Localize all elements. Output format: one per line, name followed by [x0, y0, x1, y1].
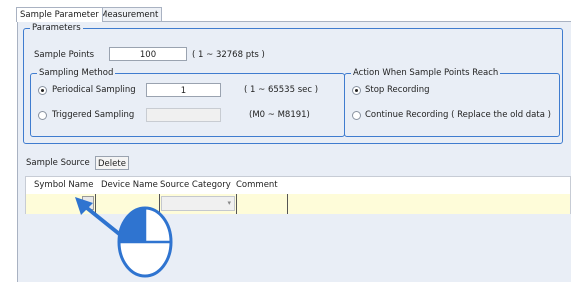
parameters-panel: Parameters Sample Points 100 ( 1 ~ 32768… [17, 21, 571, 151]
chevron-down-icon: ▾ [227, 199, 231, 207]
column-header-device-name[interactable]: Device Name [101, 177, 158, 194]
action-group: Action When Sample Points Reach Stop Rec… [344, 68, 560, 137]
delete-button[interactable]: Delete [95, 156, 129, 170]
column-header-source-category[interactable]: Source Category [160, 177, 231, 194]
triggered-sampling-label: Triggered Sampling [52, 110, 135, 120]
mouse-left-click-icon [117, 206, 173, 278]
tab-sample-parameter[interactable]: Sample Parameter [16, 7, 103, 22]
sample-points-input[interactable]: 100 [109, 47, 187, 61]
sampling-method-legend: Sampling Method [37, 68, 116, 79]
triggered-sampling-radio[interactable] [38, 111, 47, 120]
action-legend: Action When Sample Points Reach [351, 68, 501, 79]
tab-measurement[interactable]: Measurement [96, 7, 163, 22]
column-header-symbol-name[interactable]: Symbol Name [34, 177, 93, 194]
column-header-comment[interactable]: Comment [236, 177, 278, 194]
sampling-method-group: Sampling Method Periodical Sampling 1 ( … [30, 68, 345, 137]
stop-recording-radio[interactable] [352, 86, 361, 95]
sample-points-label: Sample Points [34, 50, 95, 60]
trigger-range-label: (M0 ~ M8191) [249, 110, 310, 120]
trigger-device-input[interactable] [146, 108, 221, 122]
sample-points-range: ( 1 ~ 32768 pts ) [192, 50, 265, 60]
continue-recording-label: Continue Recording ( Replace the old dat… [365, 110, 551, 120]
continue-recording-radio[interactable] [352, 111, 361, 120]
periodical-sampling-radio[interactable] [38, 86, 47, 95]
sample-source-label: Sample Source [26, 158, 90, 168]
cell-separator [236, 194, 237, 214]
period-range-label: ( 1 ~ 65535 sec ) [244, 85, 319, 95]
period-seconds-input[interactable]: 1 [146, 83, 221, 97]
cell-separator [287, 194, 288, 214]
stop-recording-label: Stop Recording [365, 85, 430, 95]
parameters-group: Parameters Sample Points 100 ( 1 ~ 32768… [23, 23, 563, 144]
periodical-sampling-label: Periodical Sampling [52, 85, 136, 95]
parameters-legend: Parameters [30, 23, 83, 34]
